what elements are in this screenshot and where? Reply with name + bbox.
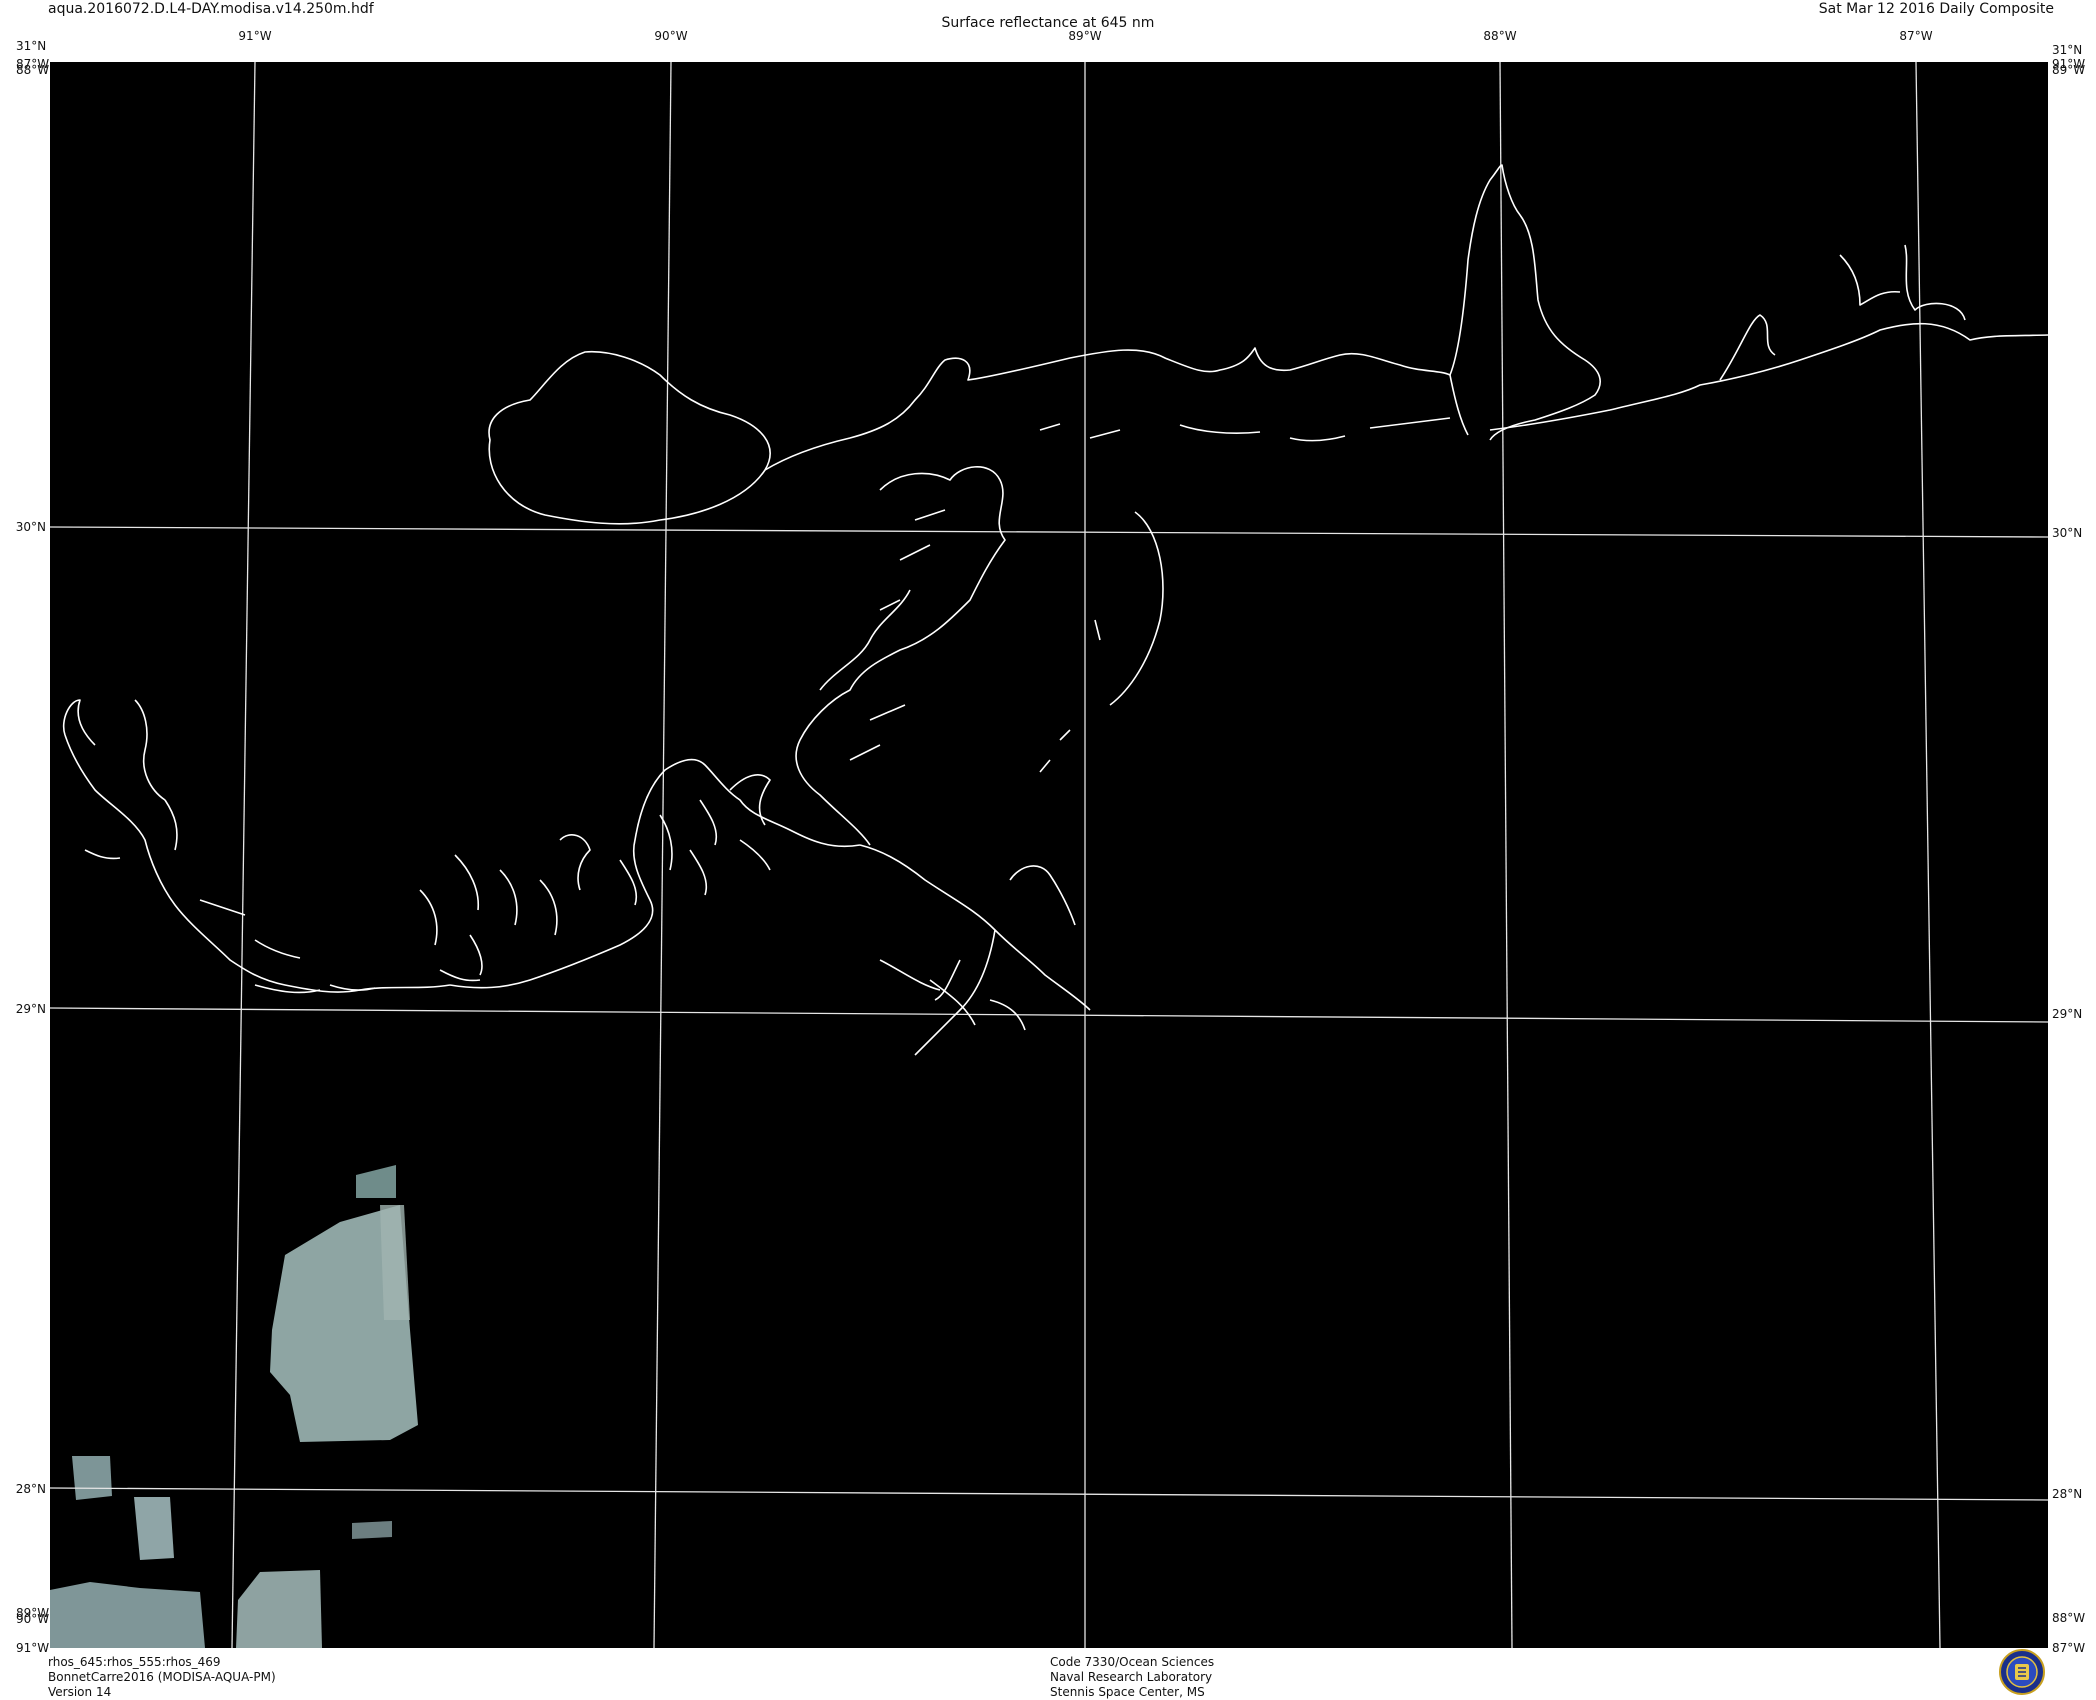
meridian-90w [653, 61, 672, 1649]
coast-ms-la [764, 347, 1451, 471]
product-bands: rhos_645:rhos_555:rhos_469 [48, 1655, 221, 1669]
right-lat-label: 28°N [2052, 1487, 2082, 1501]
map-canvas: 91°W 90°W 89°W 88°W 87°W 30°N 29°N 28°N … [16, 29, 2086, 1655]
producer-info: Code 7330/Ocean Sciences Naval Research … [1050, 1655, 1214, 1700]
marsh-breton [795, 466, 1006, 846]
product-event: BonnetCarre2016 (MODISA-AQUA-PM) [48, 1670, 276, 1684]
marsh-breton-2 [819, 509, 946, 761]
corner-label: 88°W [16, 63, 49, 77]
parallel-30n [49, 526, 2049, 538]
coastline [62, 164, 2049, 1056]
chandeleur-islands [1039, 511, 1164, 773]
imagery-patches [50, 1165, 418, 1648]
corner-label: 90°W [16, 1612, 49, 1626]
islands-west [84, 849, 481, 994]
producer-code: Code 7330/Ocean Sciences [1050, 1655, 1215, 1669]
coast-terrebonne [449, 758, 861, 989]
delta-southwest [879, 959, 1026, 1031]
coast-west-la-bays [62, 699, 301, 959]
meridian-91w [231, 61, 256, 1649]
marsh-terrebonne [419, 834, 591, 976]
nrl-logo [1999, 1649, 2045, 1695]
imagery-patch [134, 1497, 174, 1560]
imagery-patch [236, 1570, 322, 1648]
imagery-patch [356, 1165, 396, 1198]
coast-west-la [64, 734, 451, 993]
right-lat-label: 30°N [2052, 526, 2082, 540]
corner-label: 31°N [2052, 43, 2082, 57]
parallel-28n [49, 1487, 2049, 1501]
meridian-88w [1499, 61, 1513, 1649]
producer-lab: Naval Research Laboratory [1050, 1670, 1213, 1684]
imagery-patch [50, 1582, 205, 1648]
corner-label: 89°W [2052, 63, 2085, 77]
producer-location: Stennis Space Center, MS [1050, 1685, 1205, 1699]
left-lat-label: 30°N [16, 520, 46, 534]
top-lon-label: 89°W [1068, 29, 1101, 43]
imagery-patch [352, 1521, 392, 1539]
top-lon-label: 88°W [1483, 29, 1516, 43]
corner-label: 31°N [16, 39, 46, 53]
product-version: Version 14 [48, 1685, 112, 1699]
mobile-bay-west [1449, 374, 1469, 436]
left-lat-label: 29°N [16, 1002, 46, 1016]
corner-label: 87°W [2052, 1641, 2085, 1655]
imagery-patch [72, 1456, 112, 1500]
pensacola-bay [1719, 244, 1966, 381]
parallel-29n [49, 1007, 2049, 1023]
imagery-patch [380, 1205, 410, 1320]
coast-fl-panhandle [1489, 322, 2049, 431]
right-lat-label: 29°N [2052, 1007, 2082, 1021]
top-lon-label: 90°W [654, 29, 687, 43]
top-lon-label: 87°W [1899, 29, 1932, 43]
corner-label: 91°W [16, 1641, 49, 1655]
corner-label: 88°W [2052, 1611, 2085, 1625]
product-info: rhos_645:rhos_555:rhos_469 BonnetCarre20… [48, 1655, 276, 1700]
lake-pontchartrain [488, 350, 771, 525]
meridian-87w [1915, 61, 1941, 1649]
barrier-islands [1039, 417, 1451, 442]
mobile-bay [1449, 164, 1601, 441]
top-lon-label: 91°W [238, 29, 271, 43]
left-lat-label: 28°N [16, 1482, 46, 1496]
